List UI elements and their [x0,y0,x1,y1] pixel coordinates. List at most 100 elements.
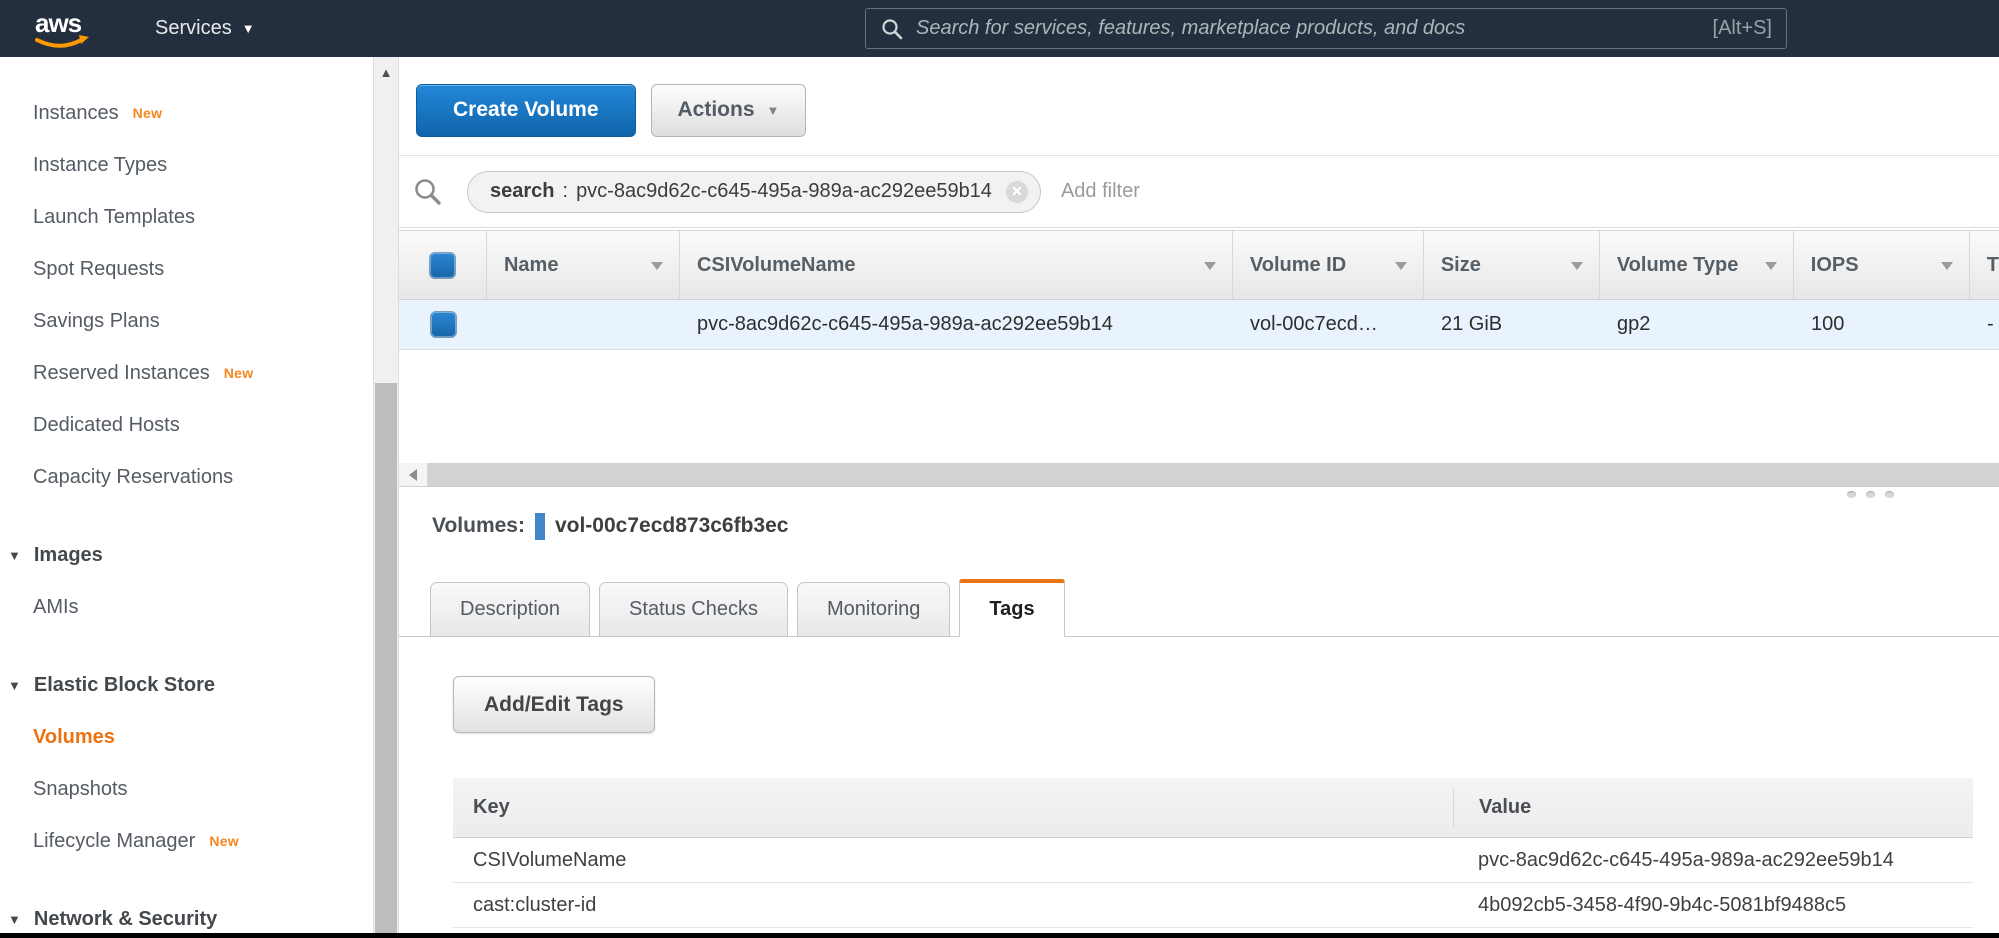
tab-description[interactable]: Description [430,582,590,636]
sidebar-item-label: Volumes [33,726,115,749]
sidebar-item-amis[interactable]: AMIs [0,581,373,633]
column-label: CSIVolumeName [697,254,856,277]
sidebar-item-label: Savings Plans [33,310,160,333]
sort-arrow-icon[interactable] [1941,262,1953,270]
sidebar-section-images[interactable]: ▼ Images [0,529,373,581]
actions-label: Actions [678,98,755,122]
table-empty-area [399,350,1999,463]
sidebar-section-label: Images [34,544,103,567]
scrollbar-thumb[interactable] [375,383,397,933]
select-all-checkbox[interactable] [429,252,456,279]
horizontal-scrollbar-thumb[interactable] [428,463,1999,486]
window-bottom-edge [0,933,1999,938]
volume-table-row[interactable]: pvc-8ac9d62c-c645-495a-989a-ac292ee59b14… [399,300,1999,350]
cell-size: 21 GiB [1424,313,1600,336]
sidebar-item-snapshots[interactable]: Snapshots [0,763,373,815]
tag-value: pvc-8ac9d62c-c645-495a-989a-ac292ee59b14 [1453,849,1973,872]
selected-volume-id: vol-00c7ecd873c6fb3ec [555,514,789,538]
row-checkbox[interactable] [430,311,457,338]
volumes-toolbar: Create Volume Actions ▼ [416,82,1999,138]
sidebar-item-label: Lifecycle Manager [33,830,195,853]
search-shortcut-hint: [Alt+S] [1713,17,1772,40]
pane-resize-handle[interactable] [1847,491,1894,498]
sort-arrow-icon[interactable] [1765,262,1777,270]
column-label: Volume ID [1250,254,1346,277]
tab-status-checks[interactable]: Status Checks [599,582,788,636]
sidebar-section-network-security[interactable]: ▼ Network & Security [0,893,373,933]
sort-arrow-icon[interactable] [651,262,663,270]
sidebar-section-label: Network & Security [34,908,217,931]
section-collapse-icon: ▼ [8,912,21,927]
detail-label: Volumes: [432,514,525,538]
scroll-left-button[interactable] [399,463,428,486]
column-header-volume-id[interactable]: Volume ID [1233,231,1424,299]
column-header-name[interactable]: Name [487,231,680,299]
column-header-volume-type[interactable]: Volume Type [1600,231,1794,299]
cell-iops: 100 [1794,313,1970,336]
aws-logo[interactable]: aws [33,7,93,51]
tag-row: CSIVolumeName pvc-8ac9d62c-c645-495a-989… [453,838,1973,883]
main-content: Create Volume Actions ▼ search : pvc-8ac… [399,57,1999,933]
column-header-csi-volume-name[interactable]: CSIVolumeName [680,231,1233,299]
tag-value: 4b092cb5-3458-4f90-9b4c-5081bf9488c5 [1453,894,1973,917]
add-filter-button[interactable]: Add filter [1061,180,1140,203]
sidebar-item-label: Instance Types [33,154,167,177]
add-edit-tags-button[interactable]: Add/Edit Tags [453,676,655,733]
new-badge: New [133,105,163,121]
cell-value: pvc-8ac9d62c-c645-495a-989a-ac292ee59b14 [697,313,1113,336]
actions-button[interactable]: Actions ▼ [651,84,807,137]
sidebar-item-volumes[interactable]: Volumes [0,711,373,763]
chevron-down-icon: ▼ [242,21,255,36]
column-label: IOPS [1811,254,1859,277]
sort-arrow-icon[interactable] [1395,262,1407,270]
cell-volume-id: vol-00c7ecd… [1233,313,1424,336]
top-navbar: aws Services ▼ Search for services, feat… [0,0,1999,57]
remove-filter-icon[interactable]: ✕ [1006,181,1028,203]
search-placeholder: Search for services, features, marketpla… [916,17,1713,40]
sidebar-item-lifecycle-manager[interactable]: Lifecycle Manager New [0,815,373,867]
sidebar-item-label: Spot Requests [33,258,164,281]
sidebar-item-label: Snapshots [33,778,128,801]
sidebar-item-capacity-reservations[interactable]: Capacity Reservations [0,451,373,503]
tags-table: Key Value CSIVolumeName pvc-8ac9d62c-c64… [453,778,1973,928]
sidebar-nav: Instances New Instance Types Launch Temp… [0,57,373,933]
select-all-cell [399,231,487,299]
sidebar-item-label: Launch Templates [33,206,195,229]
sidebar-item-savings-plans[interactable]: Savings Plans [0,295,373,347]
active-filter-tag[interactable]: search : pvc-8ac9d62c-c645-495a-989a-ac2… [467,171,1041,213]
filter-bar: search : pvc-8ac9d62c-c645-495a-989a-ac2… [399,155,1999,228]
tab-tags[interactable]: Tags [959,579,1064,637]
global-search-input[interactable]: Search for services, features, marketpla… [865,8,1787,49]
column-header-size[interactable]: Size [1424,231,1600,299]
services-label: Services [155,17,232,40]
sidebar-item-reserved-instances[interactable]: Reserved Instances New [0,347,373,399]
create-volume-button[interactable]: Create Volume [416,84,636,137]
section-collapse-icon: ▼ [8,548,21,563]
column-header-throughput-partial[interactable]: T [1970,231,1999,299]
cell-value: vol-00c7ecd… [1250,313,1378,336]
detail-pane-header: Volumes: vol-00c7ecd873c6fb3ec [432,511,1999,541]
scrollbar-up-arrow-icon[interactable]: ▲ [374,65,398,80]
sort-arrow-icon[interactable] [1571,262,1583,270]
services-menu[interactable]: Services ▼ [155,17,255,40]
sidebar-item-instance-types[interactable]: Instance Types [0,139,373,191]
sidebar-section-elastic-block-store[interactable]: ▼ Elastic Block Store [0,659,373,711]
sidebar-scrollbar[interactable]: ▲ [373,57,399,933]
cell-value: 100 [1811,313,1844,336]
sidebar-item-dedicated-hosts[interactable]: Dedicated Hosts [0,399,373,451]
section-collapse-icon: ▼ [8,678,21,693]
tag-row: cast:cluster-id 4b092cb5-3458-4f90-9b4c-… [453,883,1973,928]
tab-monitoring[interactable]: Monitoring [797,582,950,636]
sidebar-item-launch-templates[interactable]: Launch Templates [0,191,373,243]
column-header-iops[interactable]: IOPS [1794,231,1970,299]
sidebar-item-instances[interactable]: Instances New [0,87,373,139]
tags-key-header: Key [453,796,1453,819]
sort-arrow-icon[interactable] [1204,262,1216,270]
search-icon [413,177,443,207]
selection-marker [535,513,545,540]
sidebar-item-label: Reserved Instances [33,362,210,385]
detail-tabbar: Description Status Checks Monitoring Tag… [399,579,1999,637]
table-horizontal-scrollbar[interactable] [399,463,1999,487]
cell-throughput: - [1970,313,1999,336]
sidebar-item-spot-requests[interactable]: Spot Requests [0,243,373,295]
